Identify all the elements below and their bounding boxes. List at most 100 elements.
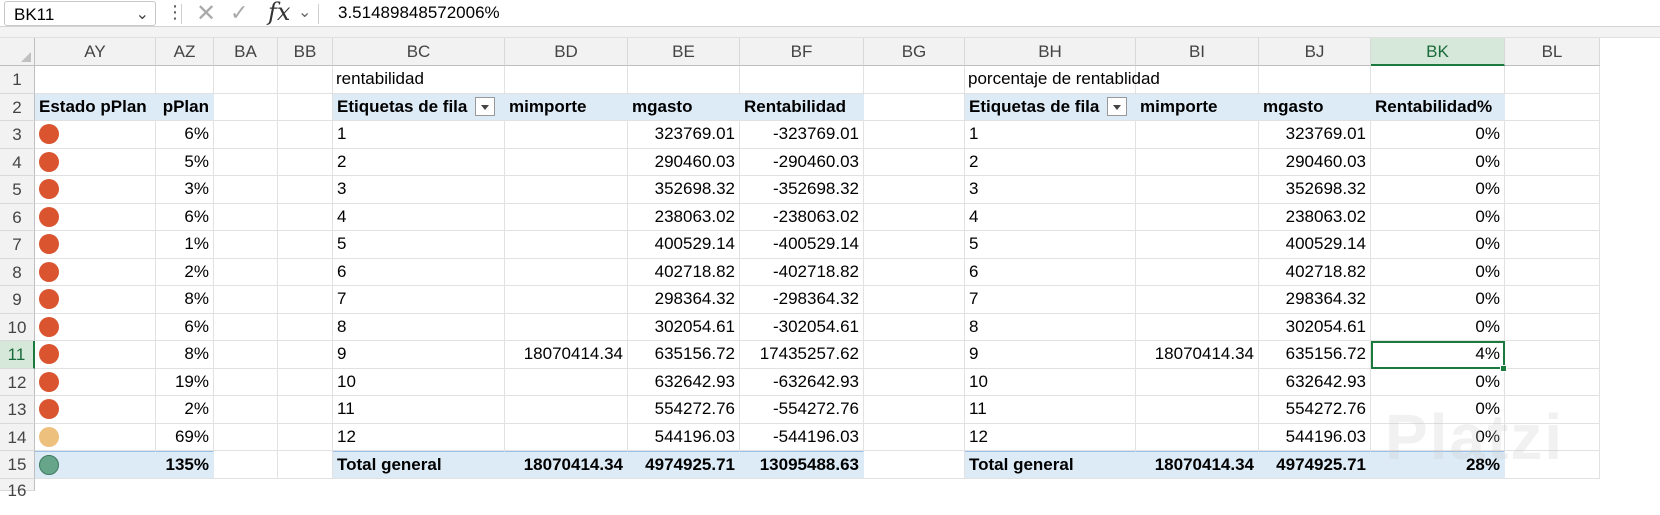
cell[interactable] <box>214 341 278 369</box>
cell[interactable] <box>740 66 864 94</box>
header-pplan[interactable]: pPlan <box>156 93 214 121</box>
cell[interactable] <box>628 66 740 94</box>
pivot-rentabilidad-value[interactable]: -400529.14 <box>740 231 864 259</box>
pivot-row-label[interactable]: 6 <box>333 258 505 286</box>
pivot-mgasto-value[interactable]: 302054.61 <box>628 313 740 341</box>
cell[interactable] <box>214 451 278 479</box>
pivot-mimporte-value[interactable] <box>1136 148 1259 176</box>
pivot-rentabilidad-value[interactable]: 0% <box>1371 368 1505 396</box>
pivot-row-label[interactable]: 10 <box>333 368 505 396</box>
pivot-mimporte-value[interactable] <box>1136 231 1259 259</box>
expand-formula-icon[interactable]: ⌄ <box>298 2 311 22</box>
pplan-value[interactable]: 19% <box>156 368 214 396</box>
pivot-mgasto-value[interactable]: 323769.01 <box>1259 121 1371 149</box>
pivot-row-label[interactable]: 10 <box>965 368 1136 396</box>
pplan-value[interactable]: 1% <box>156 231 214 259</box>
cell[interactable] <box>864 203 965 231</box>
cell[interactable] <box>1505 368 1600 396</box>
cell[interactable] <box>214 423 278 451</box>
formula-input[interactable]: 3.51489848572006% <box>338 3 500 23</box>
cell[interactable] <box>1505 341 1600 369</box>
name-box[interactable]: BK11 ⌄ <box>4 1 156 26</box>
pivot-row-label[interactable]: 5 <box>333 231 505 259</box>
pivot-mgasto-value[interactable]: 238063.02 <box>1259 203 1371 231</box>
pivot-row-label[interactable]: 12 <box>965 423 1136 451</box>
column-header-bf[interactable]: BF <box>740 38 864 66</box>
cell[interactable] <box>214 231 278 259</box>
pivot-mimporte-value[interactable] <box>505 368 628 396</box>
cancel-icon[interactable]: ✕ <box>196 0 216 28</box>
cell[interactable] <box>278 313 333 341</box>
pplan-value[interactable]: 2% <box>156 258 214 286</box>
cell[interactable] <box>214 286 278 314</box>
pivot-rentabilidad-value[interactable]: -352698.32 <box>740 176 864 204</box>
cell[interactable] <box>214 121 278 149</box>
pivot-rentabilidad-value[interactable]: -402718.82 <box>740 258 864 286</box>
cell[interactable] <box>864 66 965 94</box>
cell[interactable] <box>1505 231 1600 259</box>
cell[interactable] <box>505 66 628 94</box>
pivot-row-label[interactable]: 11 <box>333 396 505 424</box>
cell[interactable] <box>214 148 278 176</box>
pivot-total-mimporte[interactable]: 18070414.34 <box>505 451 628 479</box>
cell[interactable] <box>214 176 278 204</box>
cell[interactable] <box>864 313 965 341</box>
pplan-value[interactable]: 6% <box>156 313 214 341</box>
column-header-az[interactable]: AZ <box>156 38 214 66</box>
cell[interactable] <box>214 396 278 424</box>
pivot-row-label[interactable]: 3 <box>333 176 505 204</box>
pivot-row-label[interactable]: 2 <box>333 148 505 176</box>
pivot-mimporte-value[interactable] <box>1136 176 1259 204</box>
pplan-value[interactable]: 6% <box>156 121 214 149</box>
pivot-rentabilidad-value[interactable]: -632642.93 <box>740 368 864 396</box>
status-cell[interactable] <box>35 231 156 259</box>
status-cell[interactable] <box>35 423 156 451</box>
column-header-bg[interactable]: BG <box>864 38 965 66</box>
pivot-mgasto-value[interactable]: 290460.03 <box>628 148 740 176</box>
cell[interactable] <box>864 231 965 259</box>
pivot-rentabilidad-value[interactable]: 0% <box>1371 148 1505 176</box>
pivot-header-rentabilidad[interactable]: Rentabilidad <box>740 93 864 121</box>
pivot-mgasto-value[interactable]: 298364.32 <box>628 286 740 314</box>
pivot-mgasto-value[interactable]: 400529.14 <box>1259 231 1371 259</box>
pivot-row-label[interactable]: 9 <box>965 341 1136 369</box>
column-header-bc[interactable]: BC <box>333 38 505 66</box>
pplan-total[interactable]: 135% <box>156 451 214 479</box>
filter-dropdown-icon[interactable] <box>1107 97 1128 117</box>
pivot-mimporte-value[interactable] <box>505 231 628 259</box>
pivot-rentabilidad-value[interactable]: 17435257.62 <box>740 341 864 369</box>
pivot-mimporte-value[interactable] <box>1136 121 1259 149</box>
pivot-row-label[interactable]: 12 <box>333 423 505 451</box>
pivot-mimporte-value[interactable] <box>1136 286 1259 314</box>
column-header-bh[interactable]: BH <box>965 38 1136 66</box>
pivot-row-label[interactable]: 4 <box>965 203 1136 231</box>
row-header-2[interactable]: 2 <box>0 93 35 121</box>
status-cell[interactable] <box>35 368 156 396</box>
pplan-value[interactable]: 3% <box>156 176 214 204</box>
pivot-mgasto-value[interactable]: 544196.03 <box>1259 423 1371 451</box>
cell[interactable] <box>214 66 278 94</box>
header-estado-pplan[interactable]: Estado pPlan <box>35 93 156 121</box>
row-header-14[interactable]: 14 <box>0 423 35 451</box>
pivot-mgasto-value[interactable]: 554272.76 <box>628 396 740 424</box>
pivot-row-label[interactable]: 7 <box>965 286 1136 314</box>
fill-handle[interactable] <box>1500 364 1507 372</box>
pplan-value[interactable]: 2% <box>156 396 214 424</box>
cell[interactable] <box>1259 66 1371 94</box>
pivot-row-label[interactable]: 1 <box>965 121 1136 149</box>
pivot-rentabilidad-value[interactable]: 0% <box>1371 121 1505 149</box>
cell[interactable] <box>1505 121 1600 149</box>
pivot-total-rentabilidad[interactable]: 13095488.63 <box>740 451 864 479</box>
cell[interactable] <box>1505 176 1600 204</box>
pivot-mgasto-value[interactable]: 400529.14 <box>628 231 740 259</box>
pplan-value[interactable]: 69% <box>156 423 214 451</box>
row-header-5[interactable]: 5 <box>0 176 35 204</box>
pivot-mimporte-value[interactable] <box>505 121 628 149</box>
pivot-mgasto-value[interactable]: 298364.32 <box>1259 286 1371 314</box>
status-cell[interactable] <box>35 148 156 176</box>
column-header-bj[interactable]: BJ <box>1259 38 1371 66</box>
status-total-cell[interactable] <box>35 451 156 479</box>
cell[interactable] <box>1505 313 1600 341</box>
row-header-7[interactable]: 7 <box>0 231 35 259</box>
filter-dropdown-icon[interactable] <box>475 97 496 117</box>
